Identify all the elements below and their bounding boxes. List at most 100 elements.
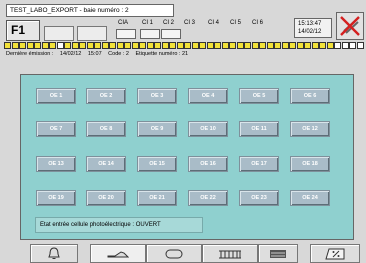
led-indicator	[139, 42, 147, 49]
oe-button[interactable]: OE 14	[86, 156, 126, 172]
oe-button[interactable]: OE 22	[188, 190, 228, 206]
led-indicator	[191, 42, 199, 49]
toolbar-shoe-button[interactable]	[90, 244, 146, 263]
photocell-state: Etat entrée cellule photoélectrique : OU…	[35, 217, 203, 233]
clock: 15:13:47 14/02/12	[294, 18, 332, 38]
led-indicator	[341, 42, 349, 49]
oe-button[interactable]: OE 3	[137, 88, 177, 104]
oe-button[interactable]: OE 17	[239, 156, 279, 172]
cell-indicator-ci2	[161, 29, 181, 39]
clock-date: 14/02/12	[298, 29, 322, 35]
toolbar-bell-button[interactable]	[30, 244, 78, 263]
clock-time: 15:13:47	[298, 21, 322, 27]
led-indicator	[311, 42, 319, 49]
oe-button[interactable]: OE 2	[86, 88, 126, 104]
function-key-f1[interactable]: F1	[6, 20, 40, 41]
toolbar-rack-button[interactable]	[202, 244, 258, 263]
led-indicator	[161, 42, 169, 49]
led-indicator	[281, 42, 289, 49]
oe-button[interactable]: OE 8	[86, 121, 126, 137]
list-icon	[270, 249, 286, 258]
led-indicator	[26, 42, 34, 49]
bell-icon	[48, 246, 60, 259]
window-title: TEST_LABO_EXPORT - baie numéro : 2	[6, 4, 174, 17]
led-indicator	[296, 42, 304, 49]
oe-button[interactable]: OE 13	[36, 156, 76, 172]
cell-indicator-cia	[116, 29, 136, 39]
led-indicator	[244, 42, 252, 49]
oe-button[interactable]: OE 23	[239, 190, 279, 206]
led-indicator	[4, 42, 12, 49]
led-indicator	[236, 42, 244, 49]
cell-label-ci2: CI 2	[163, 20, 175, 26]
led-indicator	[109, 42, 117, 49]
percent-icon	[325, 248, 345, 259]
led-indicator	[41, 42, 49, 49]
oe-button[interactable]: OE 24	[290, 190, 330, 206]
oe-button[interactable]: OE 18	[290, 156, 330, 172]
led-indicator	[356, 42, 364, 49]
oe-button[interactable]: OE 9	[137, 121, 177, 137]
oe-button[interactable]: OE 5	[239, 88, 279, 104]
oe-button[interactable]: OE 21	[137, 190, 177, 206]
oe-button[interactable]: OE 10	[188, 121, 228, 137]
led-indicator	[19, 42, 27, 49]
led-indicator	[289, 42, 297, 49]
led-indicator	[146, 42, 154, 49]
cell-label-ci3: CI 3	[184, 20, 196, 26]
emission-code: Code : 2	[108, 51, 129, 57]
oe-button[interactable]: OE 15	[137, 156, 177, 172]
led-indicator	[334, 42, 342, 49]
led-indicator	[251, 42, 259, 49]
oe-button[interactable]: OE 4	[188, 88, 228, 104]
led-indicator	[79, 42, 87, 49]
led-indicator	[214, 42, 222, 49]
last-emission-info: Dernière émission : 14/02/12 15:07 Code …	[6, 51, 193, 58]
toolbar-container-button[interactable]	[146, 244, 202, 263]
led-indicator	[349, 42, 357, 49]
led-indicator	[199, 42, 207, 49]
emission-time: 15:07	[87, 51, 102, 57]
application-window: TEST_LABO_EXPORT - baie numéro : 2 F1 CI…	[0, 0, 366, 263]
toolbar-percent-button[interactable]	[310, 244, 360, 263]
oe-button[interactable]: OE 11	[239, 121, 279, 137]
led-indicator	[266, 42, 274, 49]
toolbar-list-button[interactable]	[258, 244, 298, 263]
led-indicator	[49, 42, 57, 49]
status-slot-1	[44, 26, 74, 41]
led-indicator-strip	[4, 42, 364, 49]
led-indicator	[176, 42, 184, 49]
oe-button[interactable]: OE 12	[290, 121, 330, 137]
cell-label-ci5: CI 5	[230, 20, 242, 26]
alarm-muted-button[interactable]	[336, 12, 364, 40]
led-indicator	[169, 42, 177, 49]
led-indicator	[64, 42, 72, 49]
oe-button[interactable]: OE 6	[290, 88, 330, 104]
cell-label-ci6: CI 6	[252, 20, 264, 26]
led-indicator	[154, 42, 162, 49]
emission-label: Dernière émission :	[6, 51, 54, 57]
oe-button[interactable]: OE 16	[188, 156, 228, 172]
oe-button[interactable]: OE 7	[36, 121, 76, 137]
rack-icon	[219, 250, 241, 258]
alarm-muted-icon	[340, 16, 360, 36]
led-indicator	[131, 42, 139, 49]
led-indicator	[71, 42, 79, 49]
shoe-icon	[107, 250, 129, 257]
oe-button[interactable]: OE 19	[36, 190, 76, 206]
led-indicator	[94, 42, 102, 49]
led-indicator	[259, 42, 267, 49]
rounded-rect-icon	[165, 249, 183, 258]
led-indicator	[56, 42, 64, 49]
oe-button[interactable]: OE 20	[86, 190, 126, 206]
led-indicator	[229, 42, 237, 49]
led-indicator	[206, 42, 214, 49]
led-indicator	[221, 42, 229, 49]
led-indicator	[11, 42, 19, 49]
emission-date: 14/02/12	[59, 51, 82, 57]
cell-indicator-ci1	[140, 29, 160, 39]
led-indicator	[101, 42, 109, 49]
led-indicator	[86, 42, 94, 49]
cell-label-ci1: CI 1	[142, 20, 154, 26]
oe-button[interactable]: OE 1	[36, 88, 76, 104]
